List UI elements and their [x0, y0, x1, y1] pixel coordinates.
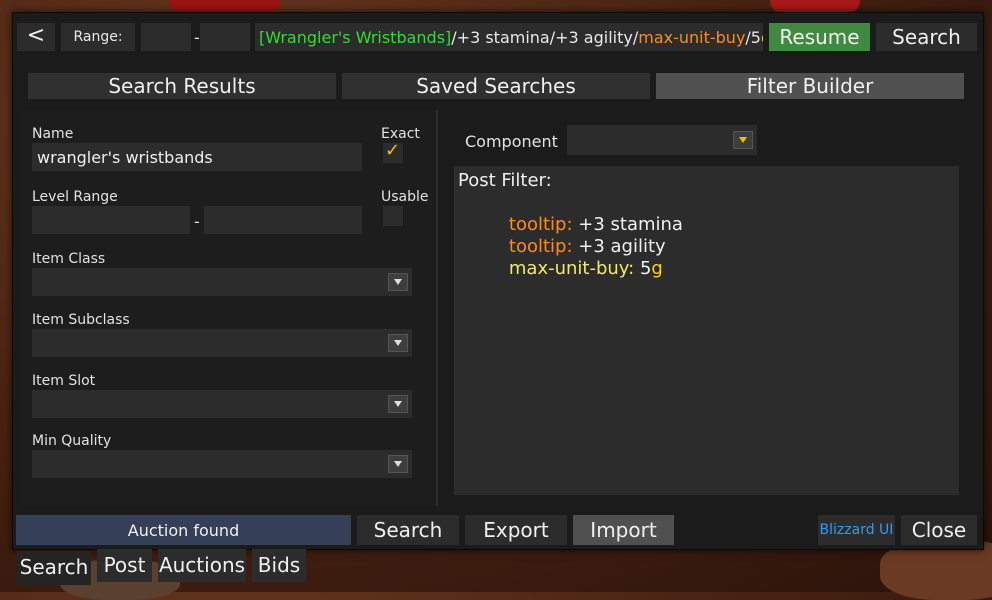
range-max-input[interactable] — [200, 23, 250, 51]
blizzard-ui-button[interactable]: Blizzard UI — [818, 515, 895, 545]
tab-search-results[interactable]: Search Results — [28, 73, 336, 99]
item-subclass-dropdown[interactable] — [32, 329, 412, 357]
bottom-tab-auctions[interactable]: Auctions — [158, 549, 246, 582]
bottom-tab-post[interactable]: Post — [97, 549, 152, 582]
dropdown-arrow-icon[interactable] — [388, 273, 408, 291]
tab-filter-builder[interactable]: Filter Builder — [656, 73, 964, 99]
item-slot-dropdown[interactable] — [32, 390, 412, 418]
component-label: Component — [465, 132, 558, 151]
range-separator: - — [194, 28, 200, 47]
exact-checkbox[interactable]: ✓ — [383, 140, 403, 163]
back-button[interactable]: < — [17, 23, 55, 51]
dropdown-arrow-icon[interactable] — [388, 334, 408, 352]
checkmark-icon: ✓ — [385, 140, 401, 161]
range-label: Range: — [73, 29, 123, 45]
footer-search-button[interactable]: Search — [357, 515, 459, 545]
name-label: Name — [32, 126, 74, 142]
level-min-input[interactable] — [32, 206, 190, 234]
close-button[interactable]: Close — [901, 515, 977, 545]
tab-saved-searches[interactable]: Saved Searches — [342, 73, 650, 99]
bottom-tab-search[interactable]: Search — [17, 551, 91, 585]
min-quality-dropdown[interactable] — [32, 450, 412, 478]
status-bar: Auction found — [16, 515, 351, 545]
usable-label: Usable — [381, 189, 429, 205]
item-class-label: Item Class — [32, 251, 106, 267]
bottom-tab-bids[interactable]: Bids — [252, 549, 306, 582]
dropdown-arrow-icon[interactable] — [388, 455, 408, 473]
resume-button[interactable]: Resume — [769, 23, 870, 51]
level-range-separator: - — [194, 212, 200, 231]
search-query-input[interactable]: [Wrangler's Wristbands]/+3 stamina/+3 ag… — [255, 23, 763, 51]
dropdown-arrow-icon[interactable] — [733, 131, 753, 149]
panel-divider — [436, 110, 438, 506]
item-slot-label: Item Slot — [32, 373, 96, 389]
post-filter-title: Post Filter: — [458, 170, 552, 191]
query-item-name: [Wrangler's Wristbands] — [259, 28, 452, 47]
search-button[interactable]: Search — [876, 23, 977, 51]
import-button[interactable]: Import — [573, 515, 674, 545]
query-filter-key: max-unit-buy — [638, 28, 746, 47]
dropdown-arrow-icon[interactable] — [388, 395, 408, 413]
post-filter-line: max-unit-buy: 5g — [508, 258, 663, 279]
range-min-input[interactable] — [141, 23, 191, 51]
post-filter-editor[interactable]: Post Filter: tooltip: +3 stamina tooltip… — [454, 166, 959, 495]
min-quality-label: Min Quality — [32, 433, 112, 449]
item-subclass-label: Item Subclass — [32, 312, 130, 328]
component-dropdown[interactable] — [567, 125, 757, 155]
level-range-label: Level Range — [32, 189, 118, 205]
range-label-box: Range: — [61, 23, 135, 51]
level-max-input[interactable] — [204, 206, 362, 234]
item-class-dropdown[interactable] — [32, 268, 412, 296]
chevron-left-icon: < — [26, 23, 46, 48]
export-button[interactable]: Export — [465, 515, 567, 545]
usable-checkbox[interactable] — [383, 206, 403, 226]
name-input[interactable]: wrangler's wristbands — [32, 143, 362, 171]
